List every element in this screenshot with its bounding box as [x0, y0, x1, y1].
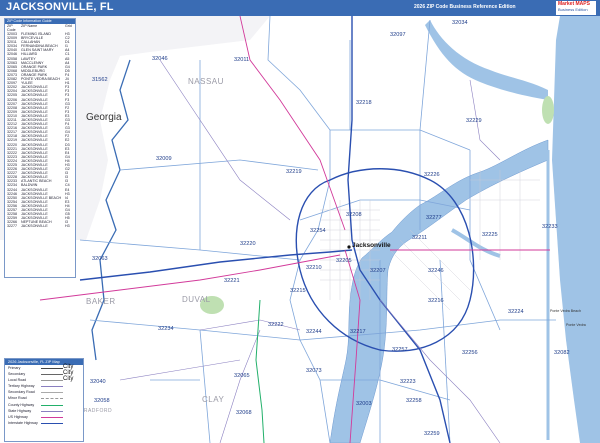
zip-label: 32222: [268, 322, 284, 328]
zip-label: 32233: [542, 224, 558, 230]
column-header-grid: Grid: [65, 24, 72, 28]
legend-item-label: County Highway: [8, 402, 35, 407]
legend-item-label: Local Road: [8, 378, 27, 383]
legend-line-symbol: [41, 392, 63, 394]
legend-city-sample: City: [63, 370, 74, 377]
zip-label: 32221: [224, 278, 240, 284]
zip-label: 32234: [158, 326, 174, 332]
zip-index-columns: ZIP Code ZIP Name Grid: [5, 24, 75, 32]
legend-item: Interstate Highway: [5, 420, 83, 426]
zip-label: 32063: [92, 256, 108, 262]
zip-label: 32011: [234, 57, 249, 63]
zip-index-table: ZIP Code Information Guide ZIP Code ZIP …: [4, 18, 76, 278]
zip-label: 32208: [346, 212, 362, 218]
column-header-name: ZIP Name: [21, 24, 38, 28]
place-label-ponte-vedra-beach: Ponte Vedra Beach: [550, 309, 581, 313]
zip-label: 32254: [310, 228, 326, 234]
zip-label: 32277: [426, 215, 442, 221]
zip-label: 32220: [240, 241, 256, 247]
zip-label: 32224: [508, 309, 524, 315]
county-label-nassau: NASSAU: [188, 77, 224, 86]
zip-label: 32217: [350, 329, 366, 335]
legend-line-symbol: [41, 398, 63, 400]
city-marker: [347, 245, 351, 249]
zip-index-rows: 32003 FLEMING ISLAND H3 32009 BRYCEVILLE C2 32…: [5, 32, 75, 229]
zip-index-row: 32277 JACKSONVILLE H3: [5, 224, 75, 228]
legend-line-symbol: [41, 404, 63, 406]
title-bar: JACKSONVILLE, FL 2026 ZIP Code Business …: [0, 0, 600, 16]
zip-label: 32223: [400, 379, 416, 385]
legend-line-symbol: [41, 374, 63, 376]
zip-label: 32210: [306, 265, 322, 271]
zip-label: 32065: [234, 373, 250, 379]
map-canvas[interactable]: NASSAU BAKER DUVAL CLAY BRADFORD Georgia…: [0, 16, 600, 443]
zip-label: 32034: [452, 20, 468, 26]
zip-label: 32068: [236, 410, 252, 416]
zip-label: 32257: [392, 347, 408, 353]
map-title: JACKSONVILLE, FL: [6, 1, 114, 13]
legend-item-label: Tertiary Highway: [8, 384, 35, 389]
zip-label: 32211: [412, 235, 427, 241]
legend-city-sample: City: [63, 376, 74, 383]
legend-rows: Primary City Secondary City Local Road City Te…: [5, 364, 83, 426]
zip-label: 32207: [370, 268, 386, 274]
zip-label: 32244: [306, 329, 322, 335]
zip-label: 32219: [286, 169, 302, 175]
legend-item-label: Interstate Highway: [8, 420, 38, 425]
zip-code-cell: 32277: [7, 224, 17, 229]
zip-label: 32215: [290, 288, 306, 294]
zip-label: 32046: [152, 56, 168, 62]
zip-label: 32225: [482, 232, 498, 238]
zip-label: 32097: [390, 32, 406, 38]
legend-line-symbol: [41, 368, 63, 369]
zip-label: 32226: [424, 172, 440, 178]
zip-label: 32259: [424, 431, 440, 437]
park-area: [542, 96, 554, 124]
grid-cell: H3: [65, 224, 70, 229]
legend-item-label: US Highway: [8, 414, 28, 419]
place-label-ponte-vedra: Ponte Vedra: [566, 323, 586, 327]
map-page: JACKSONVILLE, FL 2026 ZIP Code Business …: [0, 0, 600, 443]
county-label-baker: BAKER: [86, 297, 116, 306]
zip-label: 31562: [92, 77, 108, 83]
zip-label: 32218: [356, 100, 372, 106]
legend-line-symbol: [41, 422, 63, 424]
legend-item-label: Secondary: [8, 372, 26, 377]
zip-label: 32229: [466, 118, 482, 124]
zip-label: 32246: [428, 268, 444, 274]
zip-label: 32058: [94, 398, 110, 404]
legend-item-label: Secondary Road: [8, 390, 35, 395]
zip-label: 32003: [356, 401, 372, 407]
publisher-logo: Market MAPS Business Edition: [556, 1, 596, 15]
county-label-duval: DUVAL: [182, 295, 211, 304]
legend-item-label: Primary: [8, 366, 21, 370]
legend-line-symbol: [41, 410, 63, 412]
zip-label: 32040: [90, 379, 106, 385]
map-legend: 2026 Jacksonville, FL ZIP Map Primary Cit…: [4, 358, 84, 442]
legend-item-label: State Highway: [8, 408, 32, 413]
zip-label: 32009: [156, 156, 172, 162]
zip-label: 32205: [336, 258, 352, 264]
zip-label: 32082: [554, 350, 570, 356]
zip-name-cell: JACKSONVILLE: [21, 224, 48, 229]
zip-label: 32258: [406, 398, 422, 404]
legend-line-symbol: [41, 386, 63, 388]
legend-city-sample: City: [63, 364, 74, 370]
county-label-clay: CLAY: [202, 395, 224, 404]
city-label-jacksonville: Jacksonville: [352, 242, 391, 249]
edition-label: 2026 ZIP Code Business Reference Edition: [414, 4, 516, 10]
state-label-georgia: Georgia: [86, 112, 122, 123]
zip-label: 32256: [462, 350, 478, 356]
logo-line-2: Business Edition: [558, 7, 588, 12]
county-label-bradford: BRADFORD: [80, 408, 112, 414]
zip-label: 32216: [428, 298, 444, 304]
zip-label: 32073: [306, 368, 322, 374]
legend-line-symbol: [41, 416, 63, 418]
legend-line-symbol: [41, 380, 63, 382]
legend-item-label: Minor Road: [8, 396, 27, 401]
column-header-zip: ZIP Code: [7, 24, 16, 32]
